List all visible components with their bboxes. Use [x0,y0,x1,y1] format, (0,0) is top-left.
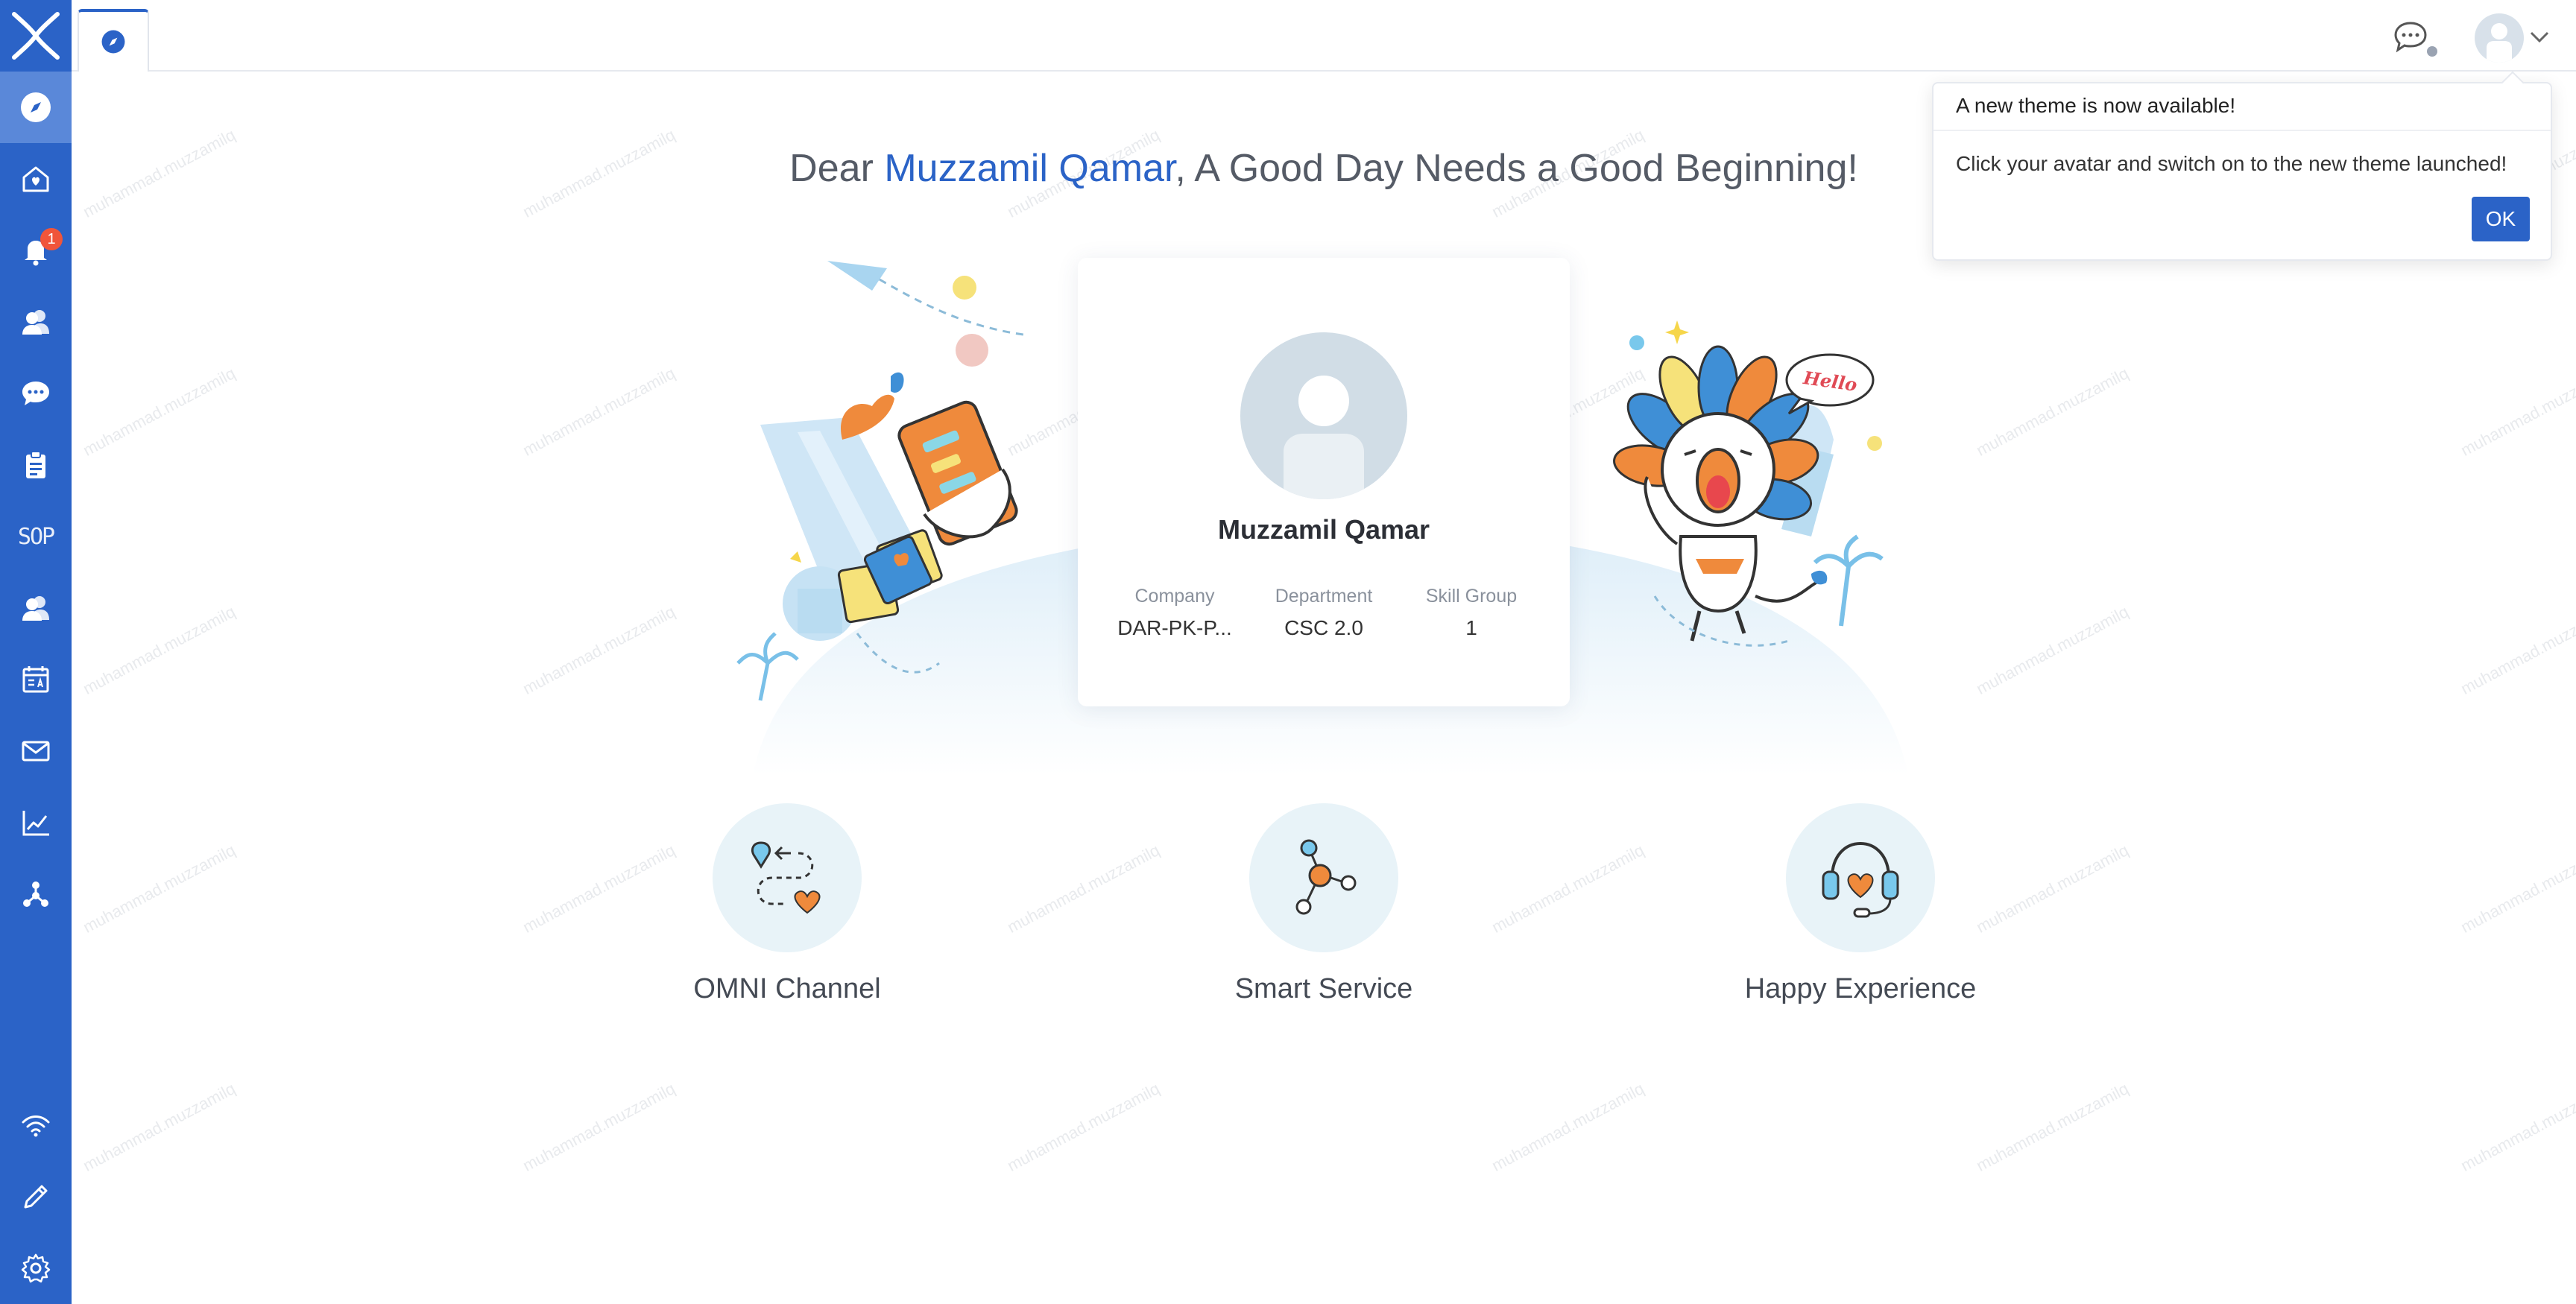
chevron-down-icon[interactable] [2528,28,2551,45]
sidebar-item-dashboard[interactable] [0,72,72,143]
calendar-icon [22,666,49,693]
watermark-text: muhammad.muzzamilq [80,602,239,698]
company-value: DAR-PK-P... [1117,616,1232,639]
feature-label: OMNI Channel [693,973,881,1004]
app-logo[interactable] [0,0,72,72]
watermark-text: muhammad.muzzamilq [2457,1079,2576,1175]
watermark-text: muhammad.muzzamilq [1973,1079,2132,1175]
watermark-text: muhammad.muzzamilq [2457,364,2576,460]
chat-button[interactable] [2391,19,2430,54]
wifi-icon [22,1115,50,1137]
home-heart-icon [22,166,49,192]
watermark-text: muhammad.muzzamilq [1489,841,1647,937]
feature-icon-circle [713,803,862,952]
compass-icon [101,30,125,54]
skill-group-label: Skill Group [1425,586,1518,607]
sidebar-item-signal[interactable] [0,1089,72,1161]
chart-icon [22,811,49,836]
watermark-text: muhammad.muzzamilq [520,602,678,698]
feature-label: Smart Service [1234,973,1413,1004]
top-bar [72,0,2576,72]
feature-icon-circle [1786,803,1935,952]
feature-happy-experience: Happy Experience [1704,803,2017,1005]
user-avatar-button[interactable] [2475,13,2524,63]
profile-company: Company DAR-PK-P... [1100,586,1249,640]
headset-heart-icon [1822,841,1899,918]
watermark-text: muhammad.muzzamilq [1004,841,1163,937]
sidebar-item-schedule[interactable] [0,644,72,715]
gear-icon [21,1253,51,1283]
tab-dashboard[interactable] [78,9,149,72]
popover-ok-button[interactable]: OK [2472,197,2530,241]
sidebar-item-email[interactable] [0,715,72,787]
profile-card: Muzzamil Qamar Company DAR-PK-P... Depar… [1078,258,1570,706]
profile-name: Muzzamil Qamar [1217,514,1430,545]
feature-icon-circle [1249,803,1398,952]
notification-badge: 1 [40,228,63,250]
chat-status-dot [2427,46,2437,57]
compass-icon [21,92,51,122]
app-root: 1 SOP muhammad.muzzamilq muhammad.muzzam… [0,0,2576,1304]
users-icon [22,596,49,621]
popover-message: Click your avatar and switch on to the n… [1956,152,2507,175]
sidebar-item-integration[interactable] [0,858,72,930]
network-icon [23,882,48,907]
watermark-text: muhammad.muzzamilq [2457,602,2576,698]
sidebar-item-tickets[interactable] [0,429,72,501]
network-nodes-icon [1295,839,1357,915]
greeting-suffix: , A Good Day Needs a Good Beginning! [1175,147,1858,190]
watermark-text: muhammad.muzzamilq [520,1079,678,1175]
skill-group-value: 1 [1465,616,1477,639]
department-label: Department [1275,586,1373,607]
watermark-text: muhammad.muzzamilq [80,364,239,460]
x-logo-icon [12,12,60,60]
sidebar-item-contacts[interactable] [0,286,72,358]
feature-omni-channel: OMNI Channel [631,803,944,1005]
chat-bubble-icon [2394,22,2427,53]
lion-mascot-illustration: Hello [1613,320,1884,647]
watermark-text: muhammad.muzzamilq [1489,1079,1647,1175]
pencil-icon [24,1185,48,1209]
sidebar-item-sop[interactable]: SOP [0,501,72,572]
avatar-icon [1284,376,1364,499]
new-theme-popover: A new theme is now available! Click your… [1932,71,2552,261]
sidebar: 1 SOP [0,0,72,1304]
profile-department: Department CSC 2.0 [1249,586,1398,640]
sidebar-item-home[interactable] [0,143,72,215]
sidebar-item-chat[interactable] [0,358,72,429]
feature-label: Happy Experience [1744,973,1977,1004]
profile-skill-group: Skill Group 1 [1397,586,1546,640]
watermark-text: muhammad.muzzamilq [1004,1079,1163,1175]
greeting-prefix: Dear [789,147,885,190]
sop-icon: SOP [17,523,55,550]
feature-smart-service: Smart Service [1167,803,1480,1005]
mail-icon [22,741,50,762]
profile-avatar[interactable] [1240,332,1407,499]
phone-hand-illustration [736,261,1029,701]
sidebar-item-reports[interactable] [0,787,72,858]
sidebar-item-edit[interactable] [0,1161,72,1232]
department-value: CSC 2.0 [1284,616,1363,639]
watermark-text: muhammad.muzzamilq [520,364,678,460]
sidebar-item-settings[interactable] [0,1232,72,1304]
sidebar-item-agents[interactable] [0,572,72,644]
company-label: Company [1134,586,1215,607]
sidebar-item-notifications[interactable]: 1 [0,215,72,286]
popover-divider [1933,130,2551,131]
popover-arrow [2501,71,2525,95]
avatar-icon [2487,23,2512,63]
popover-title: A new theme is now available! [1956,94,2236,117]
watermark-text: muhammad.muzzamilq [1973,364,2132,460]
watermark-text: muhammad.muzzamilq [80,1079,239,1175]
users-icon [22,310,49,335]
clipboard-icon [26,451,45,478]
route-heart-icon [751,841,821,914]
watermark-text: muhammad.muzzamilq [2457,841,2576,937]
greeting-user-name: Muzzamil Qamar [884,147,1175,190]
chat-bubble-icon [22,382,49,405]
watermark-text: muhammad.muzzamilq [1973,602,2132,698]
watermark-text: muhammad.muzzamilq [80,841,239,937]
